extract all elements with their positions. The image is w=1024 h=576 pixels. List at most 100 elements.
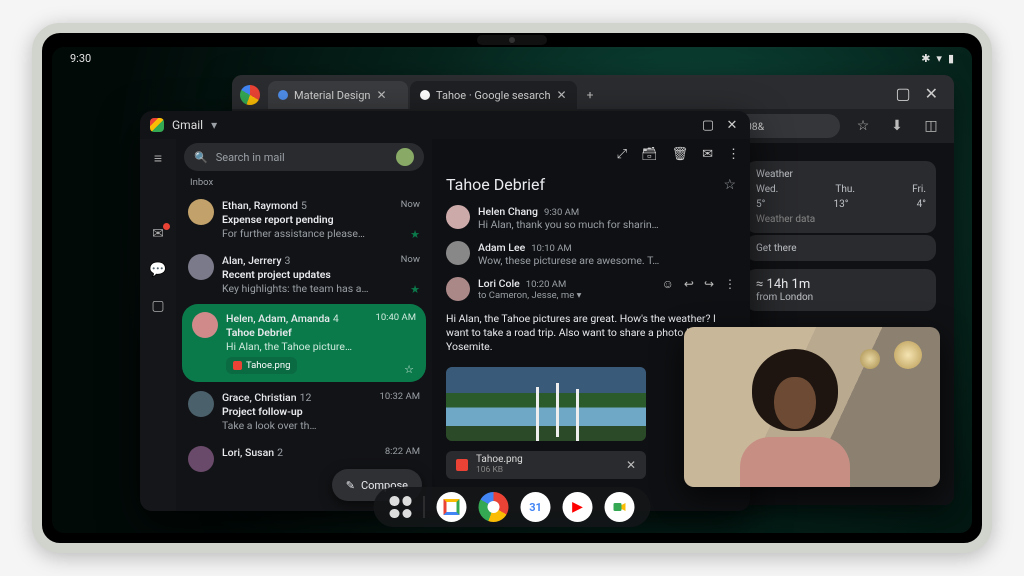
avatar	[446, 277, 470, 301]
emoji-icon[interactable]: ☺	[662, 277, 674, 301]
thread-item[interactable]: Ethan, Raymond5 Now Expense report pendin…	[176, 192, 432, 247]
thread-snippet: For further assistance please…	[222, 227, 420, 240]
chrome-tabstrip: Material Design ✕ Tahoe · Google sesarch…	[232, 75, 954, 109]
calendar-date: 31	[529, 501, 542, 514]
pencil-icon: ✎	[346, 479, 355, 492]
tab-tahoe-search[interactable]: Tahoe · Google sesarch ✕	[410, 81, 577, 109]
star-icon[interactable]: ★	[410, 228, 420, 241]
caller-video	[732, 349, 852, 487]
thread-time: 8:22 AM	[385, 446, 420, 459]
window-maximize-icon[interactable]: ▢	[895, 84, 910, 103]
attachment-bar[interactable]: Tahoe.png 106 KB ✕	[446, 451, 646, 479]
extensions-icon[interactable]: ◫	[920, 118, 942, 134]
chat-icon[interactable]: 💬	[149, 261, 167, 279]
lamp-decor	[894, 341, 922, 369]
avatar	[188, 391, 214, 417]
thread-time: 10:32 AM	[379, 391, 420, 404]
new-tab-button[interactable]: +	[579, 88, 602, 102]
download-icon[interactable]: ⬇	[886, 118, 908, 134]
app-drawer-button[interactable]	[390, 496, 412, 518]
taskbar-youtube[interactable]: ▶	[563, 492, 593, 522]
thread-sender: Grace, Christian	[222, 391, 297, 404]
chevron-down-icon[interactable]: ▾	[211, 118, 217, 132]
favicon-icon	[278, 90, 288, 100]
mark-unread-icon[interactable]: ✉	[702, 147, 713, 162]
collapsed-message[interactable]: Adam Lee10:10 AM Wow, these picturese ar…	[438, 236, 744, 272]
inline-image[interactable]	[446, 367, 646, 441]
weather-footer: Weather data	[756, 214, 926, 225]
message-subject: Tahoe Debrief	[446, 175, 545, 194]
menu-icon[interactable]: ≡	[149, 149, 167, 167]
gmail-window[interactable]: Gmail ▾ ▢ ✕ ≡ ✉ 💬 ▢ 🔍 Search in mail	[140, 111, 750, 511]
window-close-icon[interactable]: ✕	[925, 84, 938, 103]
gmail-titlebar[interactable]: Gmail ▾ ▢ ✕	[140, 111, 750, 139]
window-maximize-icon[interactable]: ▢	[700, 118, 716, 133]
thread-item[interactable]: Grace, Christian1210:32 AM Project follo…	[176, 384, 432, 439]
archive-icon[interactable]: 🗃	[641, 147, 658, 162]
search-placeholder: Search in mail	[216, 151, 285, 164]
tab-close-icon[interactable]: ✕	[376, 88, 386, 102]
attachment-name: Tahoe.png	[246, 360, 290, 371]
collapsed-message[interactable]: Helen Chang9:30 AM Hi Alan, thank you so…	[438, 200, 744, 236]
weather-title: Weather	[756, 169, 926, 180]
thread-time: Now	[401, 199, 420, 212]
thread-item-selected[interactable]: Helen, Adam, Amanda410:40 AM Tahoe Debri…	[182, 304, 426, 382]
star-icon[interactable]: ☆	[723, 177, 736, 193]
camera-notch	[477, 35, 547, 45]
taskbar-meet[interactable]	[605, 492, 635, 522]
open-message-header[interactable]: Lori Cole 10:20 AM to Cameron, Jesse, me …	[438, 272, 744, 306]
more-icon[interactable]: ⋮	[724, 277, 736, 301]
reply-all-icon[interactable]: ↪	[704, 277, 714, 301]
close-icon[interactable]: ✕	[626, 458, 636, 472]
window-close-icon[interactable]: ✕	[724, 118, 740, 133]
distance-card[interactable]: ≈ 14h 1m from London	[746, 269, 936, 311]
meet-icon[interactable]: ▢	[149, 297, 167, 315]
expand-icon[interactable]: ⤢	[617, 147, 627, 162]
delete-icon[interactable]: 🗑	[672, 147, 689, 162]
thread-count: 5	[301, 199, 307, 212]
tab-close-icon[interactable]: ✕	[557, 88, 567, 102]
msg-time: 10:20 AM	[526, 279, 567, 290]
inbox-label: Inbox	[176, 177, 432, 192]
thread-item[interactable]: Alan, Jerrery3Now Recent project updates…	[176, 247, 432, 302]
avatar	[446, 205, 470, 229]
file-icon	[233, 361, 242, 370]
thread-time: Now	[401, 254, 420, 267]
search-input[interactable]: 🔍 Search in mail	[184, 143, 424, 171]
taskbar-calendar[interactable]: 31	[521, 492, 551, 522]
thread-snippet: Hi Alan, the Tahoe picture…	[226, 340, 416, 353]
tab-material-design[interactable]: Material Design ✕	[268, 81, 408, 109]
taskbar-gmail[interactable]	[437, 492, 467, 522]
thread-sender: Lori, Susan	[222, 446, 274, 459]
weather-day: Wed.	[756, 184, 778, 195]
bookmark-star-icon[interactable]: ☆	[852, 118, 874, 134]
recipients[interactable]: to Cameron, Jesse, me ▾	[478, 290, 654, 301]
thread-subject: Expense report pending	[222, 213, 420, 226]
attachment-size: 106 KB	[476, 465, 523, 475]
wifi-icon: ▾	[936, 52, 942, 65]
status-bar: 9:30 ✱ ▾ ▮	[52, 47, 972, 69]
weather-temp: 5°	[756, 199, 765, 210]
video-call-pip[interactable]	[684, 327, 940, 487]
thread-sender: Ethan, Raymond	[222, 199, 298, 212]
reply-icon[interactable]: ↩	[684, 277, 694, 301]
attachment-chip[interactable]: Tahoe.png	[226, 357, 297, 374]
file-icon	[456, 459, 468, 471]
weather-card[interactable]: Weather Wed. Thu. Fri. 5° 13° 4° Weather…	[746, 161, 936, 233]
sender-name: Lori Cole	[478, 277, 520, 290]
account-avatar[interactable]	[396, 148, 414, 166]
thread-count: 4	[333, 312, 339, 325]
status-time: 9:30	[70, 52, 91, 65]
tab-title: Material Design	[294, 89, 370, 102]
more-icon[interactable]: ⋮	[727, 147, 740, 162]
get-there-card[interactable]: Get there	[746, 235, 936, 261]
taskbar-chrome[interactable]	[479, 492, 509, 522]
taskbar: 31 ▶	[374, 487, 651, 527]
thread-subject: Tahoe Debrief	[226, 326, 416, 339]
distance-value: ≈ 14h 1m	[756, 277, 926, 292]
bluetooth-icon: ✱	[921, 52, 930, 65]
mail-icon[interactable]: ✉	[149, 225, 167, 243]
search-icon: 🔍	[194, 151, 208, 164]
star-icon[interactable]: ☆	[404, 363, 414, 376]
star-icon[interactable]: ★	[410, 283, 420, 296]
